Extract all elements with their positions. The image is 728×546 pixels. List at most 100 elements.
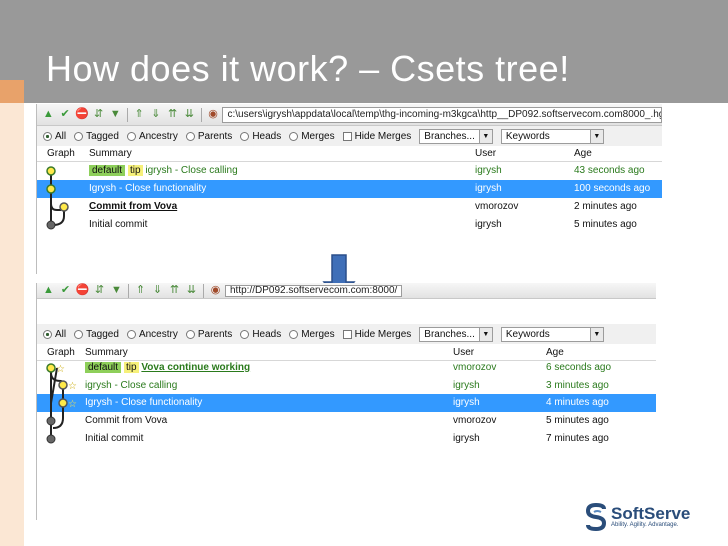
row-user: igrysh: [475, 219, 502, 230]
column-age[interactable]: Age: [546, 347, 564, 358]
table-row[interactable]: default tip Vova continue working vmorozo…: [37, 359, 656, 377]
outgoing-icon[interactable]: ⇈: [167, 283, 182, 298]
column-user[interactable]: User: [453, 347, 474, 358]
filter-parents[interactable]: Parents: [185, 329, 232, 340]
repo-window-before: ▲ ✔ ⛔ ⇵ ▼ ⇑ ⇓ ⇈ ⇊ ◉ c:\users\igrysh\appd…: [36, 104, 662, 274]
branches-select[interactable]: Branches... ▼: [419, 128, 493, 144]
column-summary[interactable]: Summary: [85, 347, 128, 358]
row-age: 7 minutes ago: [546, 433, 609, 444]
row-summary: Commit from Vova: [85, 415, 168, 426]
table-row-selected[interactable]: Igrysh - Close functionality igrysh 4 mi…: [37, 394, 656, 412]
keywords-select[interactable]: Keywords ▼: [500, 128, 604, 144]
push-up-icon[interactable]: ▼: [108, 107, 123, 122]
row-summary: Initial commit: [89, 219, 148, 230]
revision-graph: [46, 166, 69, 230]
node: [46, 416, 56, 426]
filter-heads[interactable]: Heads: [240, 131, 281, 142]
branch-tag: default: [89, 165, 126, 176]
toolbar-separator: [126, 107, 128, 122]
table-row[interactable]: default tip igrysh - Close calling igrysh…: [37, 162, 662, 180]
filter-parents[interactable]: Parents: [185, 131, 232, 142]
repo-window-after: ▲ ✔ ⛔ ⇵ ▼ ⇑ ⇓ ⇈ ⇊ ◉ http://DP092.softser…: [36, 283, 656, 520]
pull-icon[interactable]: ⇑: [132, 107, 147, 122]
table-row[interactable]: Commit from Vova vmorozov 2 minutes ago: [37, 198, 662, 216]
left-accent-strip: [0, 103, 24, 546]
star-icon: ☆: [56, 364, 65, 375]
push-up-icon[interactable]: ▼: [109, 283, 124, 298]
toolbar: ▲ ✔ ⛔ ⇵ ▼ ⇑ ⇓ ⇈ ⇊ ◉ c:\users\igrysh\appd…: [37, 104, 662, 126]
node-head: [46, 363, 56, 373]
row-age: 5 minutes ago: [574, 219, 637, 230]
filter-merges[interactable]: Merges: [289, 131, 335, 142]
merge-icon[interactable]: ⇵: [92, 283, 107, 298]
row-user: igrysh: [453, 433, 480, 444]
table-row[interactable]: Initial commit igrysh 7 minutes ago: [37, 430, 656, 448]
tip-tag: tip: [124, 362, 139, 373]
filter-heads[interactable]: Heads: [240, 329, 281, 340]
table-row[interactable]: igrysh - Close calling igrysh 3 minutes …: [37, 377, 656, 395]
softserve-logo: SoftServe Ability. Agility. Advantage.: [584, 503, 690, 531]
toolbar-separator: [200, 107, 202, 122]
repo-path-field[interactable]: http://DP092.softservecom.com:8000/: [225, 284, 403, 297]
filter-ancestry[interactable]: Ancestry: [126, 329, 178, 340]
hide-merges-checkbox[interactable]: Hide Merges: [342, 329, 411, 340]
row-summary: igrysh - Close calling: [145, 165, 238, 176]
table-row[interactable]: Commit from Vova vmorozov 5 minutes ago: [37, 412, 656, 430]
incoming-icon[interactable]: ⇓: [148, 107, 163, 122]
column-summary[interactable]: Summary: [89, 148, 132, 159]
node: [58, 398, 68, 408]
sync-icon[interactable]: ⇊: [182, 107, 197, 122]
repo-icon[interactable]: ◉: [208, 283, 223, 298]
row-user: igrysh: [453, 397, 480, 408]
filter-tagged[interactable]: Tagged: [74, 131, 119, 142]
chevron-down-icon: ▼: [478, 129, 492, 143]
row-age: 6 seconds ago: [546, 362, 612, 373]
column-user[interactable]: User: [475, 148, 496, 159]
row-summary: Igrysh - Close functionality: [89, 183, 207, 194]
row-summary: Vova continue working: [141, 362, 251, 373]
filter-merges[interactable]: Merges: [289, 329, 335, 340]
row-user: igrysh: [453, 380, 480, 391]
tip-tag: tip: [128, 165, 143, 176]
row-summary: Igrysh - Close functionality: [85, 397, 203, 408]
pull-icon[interactable]: ⇑: [133, 283, 148, 298]
filter-bar: All Tagged Ancestry Parents Heads Merges…: [37, 324, 656, 344]
node-root: [46, 220, 56, 230]
column-age[interactable]: Age: [574, 148, 592, 159]
star-icon: ☆: [68, 399, 77, 410]
row-summary: Commit from Vova: [89, 201, 178, 212]
node: [46, 184, 56, 194]
chevron-down-icon: ▼: [589, 129, 603, 143]
incoming-icon[interactable]: ⇓: [150, 283, 165, 298]
branches-select[interactable]: Branches... ▼: [419, 326, 493, 342]
row-age: 2 minutes ago: [574, 201, 637, 212]
slide-title: How does it work? – Csets tree!: [46, 48, 570, 89]
repo-icon[interactable]: ◉: [206, 107, 221, 122]
table-row[interactable]: Initial commit igrysh 5 minutes ago: [37, 216, 662, 234]
toolbar: ▲ ✔ ⛔ ⇵ ▼ ⇑ ⇓ ⇈ ⇊ ◉ http://DP092.softser…: [37, 283, 656, 299]
repo-path-field[interactable]: c:\users\igrysh\appdata\local\temp\thg-i…: [222, 106, 662, 123]
logo-name: SoftServe: [611, 504, 691, 523]
node: [59, 202, 69, 212]
row-age: 100 seconds ago: [574, 183, 651, 194]
filter-bar: All Tagged Ancestry Parents Heads Merges…: [37, 126, 662, 146]
row-user: vmorozov: [475, 201, 519, 212]
row-user: igrysh: [475, 165, 502, 176]
toolbar-separator: [203, 283, 204, 298]
row-summary: igrysh - Close calling: [85, 380, 178, 391]
chevron-down-icon: ▼: [589, 327, 603, 341]
outgoing-icon[interactable]: ⇈: [165, 107, 180, 122]
logo-icon: [585, 503, 607, 531]
sync-icon[interactable]: ⇊: [184, 283, 199, 298]
node-root: [46, 434, 56, 444]
column-header: Graph Summary User Age: [37, 146, 662, 162]
row-age: 43 seconds ago: [574, 165, 645, 176]
table-row-selected[interactable]: Igrysh - Close functionality igrysh 100 …: [37, 180, 662, 198]
keywords-select[interactable]: Keywords ▼: [500, 326, 604, 342]
row-age: 3 minutes ago: [546, 380, 609, 391]
filter-ancestry[interactable]: Ancestry: [126, 131, 178, 142]
hide-merges-checkbox[interactable]: Hide Merges: [342, 131, 411, 142]
row-user: vmorozov: [453, 415, 497, 426]
merge-icon[interactable]: ⇵: [91, 107, 106, 122]
revision-graph: ☆ ☆ ☆: [46, 363, 77, 444]
